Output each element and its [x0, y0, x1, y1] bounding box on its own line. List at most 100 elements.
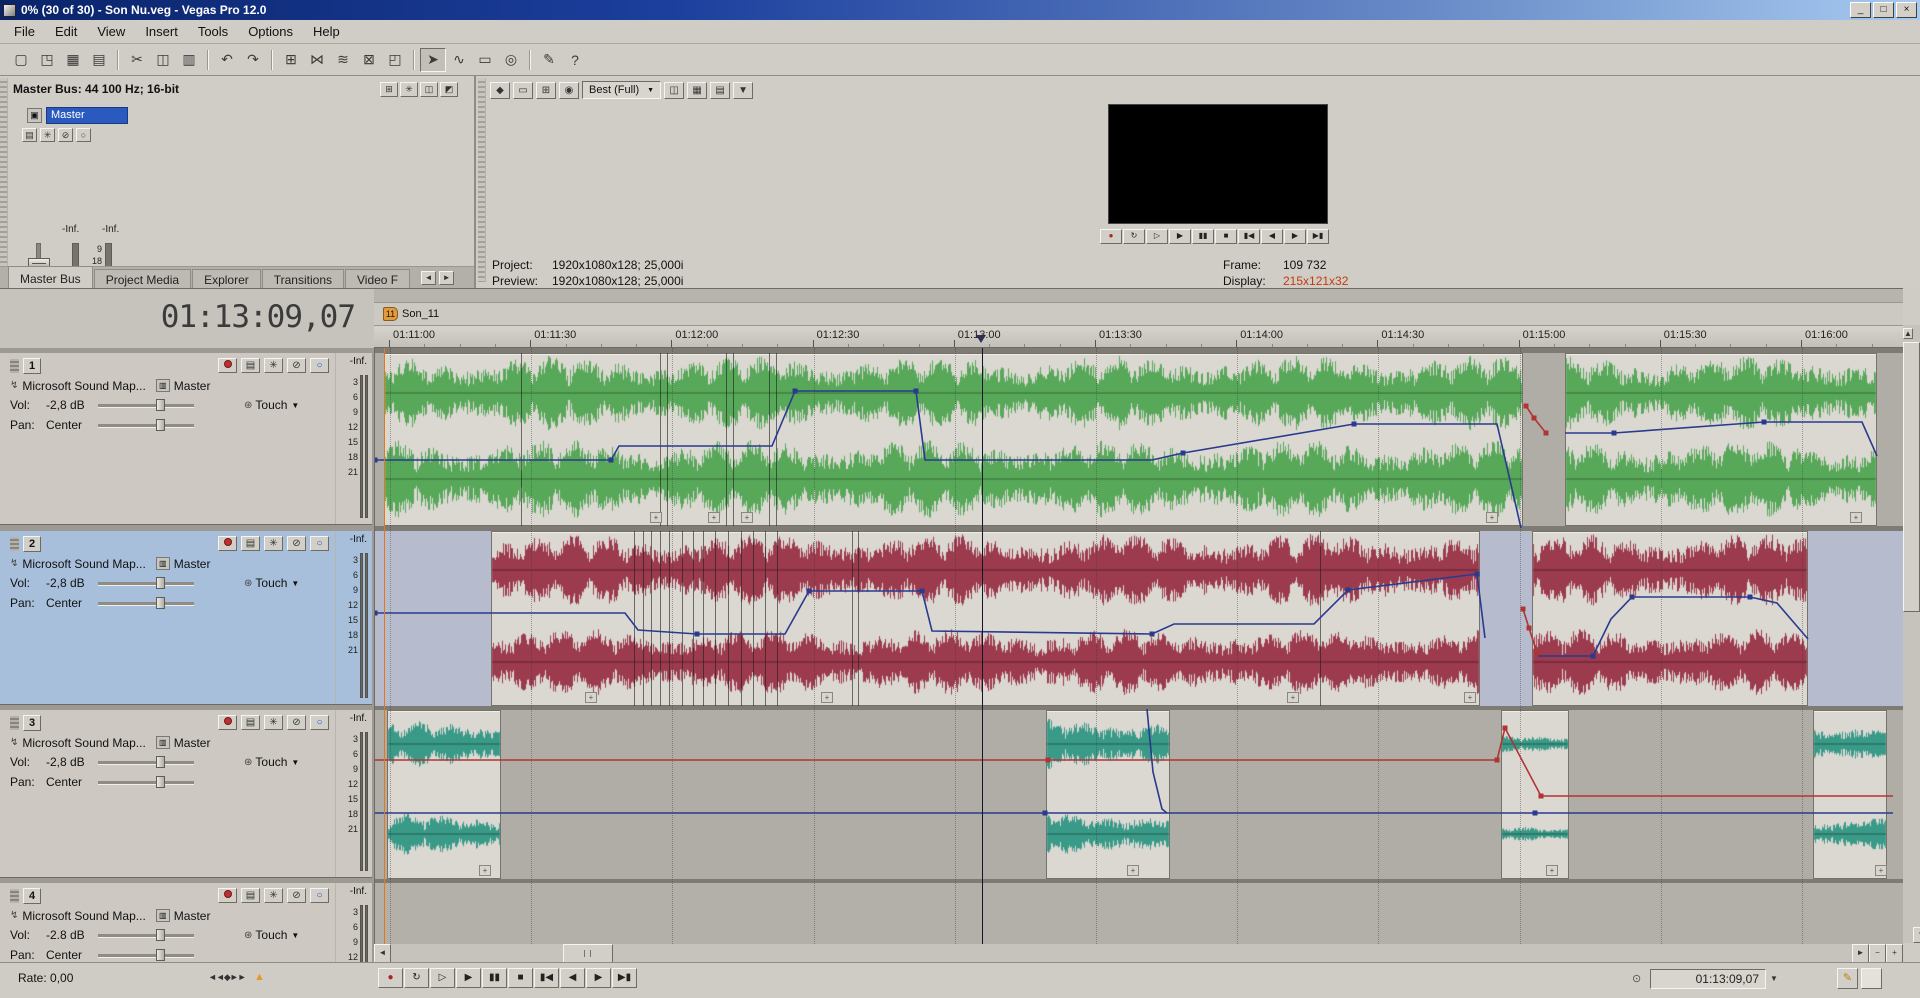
pan-value[interactable]: Center	[46, 596, 98, 610]
split-screen-view-icon[interactable]: ◫	[664, 82, 684, 99]
envelope-point[interactable]	[1532, 416, 1537, 421]
preview-stop-button[interactable]: ■	[1215, 229, 1237, 244]
bus-automation-icon[interactable]: ▤	[22, 128, 37, 142]
envelope-point[interactable]	[1748, 595, 1753, 600]
marker-number[interactable]: 11	[383, 307, 398, 321]
vol-value[interactable]: -2,8 dB	[46, 755, 98, 769]
go-to-end-button[interactable]: ▶▮	[612, 968, 637, 988]
automation-settings-icon[interactable]: ⊛	[244, 757, 252, 768]
project-properties-icon[interactable]: ▤	[86, 48, 112, 72]
preview-previous-frame-button[interactable]: ◀	[1261, 229, 1283, 244]
scroll-down-icon[interactable]: ▼	[1913, 927, 1920, 943]
marker-pen-icon[interactable]: ✎	[1837, 968, 1858, 989]
vol-value[interactable]: -2,8 dB	[46, 398, 98, 412]
record-arm-button[interactable]	[218, 715, 237, 730]
track-header-4[interactable]: 4 ▤ ✳ ⊘ ○ ↯ Microsoft Sound Map... ▥ Mas…	[0, 883, 372, 963]
preview-record-button[interactable]: ●	[1100, 229, 1122, 244]
volume-envelope[interactable]	[375, 574, 1485, 638]
track-automation-button[interactable]: ▤	[241, 715, 260, 730]
bus-routing-icon[interactable]: ▥	[156, 379, 170, 392]
save-project-icon[interactable]: ▦	[60, 48, 86, 72]
scroll-up-icon[interactable]: ▲	[1903, 328, 1913, 339]
bus-name[interactable]: Master	[174, 909, 211, 923]
track-automation-button[interactable]: ▤	[241, 358, 260, 373]
tab-video-f[interactable]: Video F	[345, 269, 410, 288]
video-output-settings-icon[interactable]: ⊞	[536, 82, 556, 99]
loop-playback-button[interactable]: ↻	[404, 968, 429, 988]
copy-icon[interactable]: ◫	[150, 48, 176, 72]
envelope-point[interactable]	[1521, 607, 1526, 612]
mute-button[interactable]: ⊘	[287, 536, 306, 551]
envelope-point[interactable]	[1612, 431, 1617, 436]
edit-cursor[interactable]	[982, 348, 983, 944]
envelope-point[interactable]	[1181, 451, 1186, 456]
bus-routing-icon[interactable]: ▥	[156, 736, 170, 749]
track-meter[interactable]: -Inf. 36912151821	[335, 353, 372, 524]
envelope-point[interactable]	[1503, 726, 1508, 731]
envelope-point[interactable]	[1527, 626, 1532, 631]
track-drag-handle[interactable]	[10, 537, 19, 551]
automation-mode[interactable]: Touch	[255, 755, 287, 769]
automation-mode[interactable]: Touch	[255, 928, 287, 942]
lock-envelopes-icon[interactable]: ⊠	[356, 48, 382, 72]
event-icon[interactable]: +	[479, 865, 491, 876]
device-name[interactable]: Microsoft Sound Map...	[22, 557, 145, 571]
vscroll-thumb[interactable]	[1903, 342, 1920, 612]
solo-button[interactable]: ○	[310, 715, 329, 730]
vertical-scrollbar[interactable]: ▲ ▼	[1903, 325, 1920, 943]
ignore-event-grouping-icon[interactable]: ◰	[382, 48, 408, 72]
event-icon[interactable]: +	[1486, 512, 1498, 523]
stop-button[interactable]: ■	[508, 968, 533, 988]
tab-master-bus[interactable]: Master Bus	[8, 266, 93, 288]
envelope-point[interactable]	[695, 632, 700, 637]
marker-bar[interactable]: 11 Son_11	[374, 303, 1903, 326]
volume-slider-thumb[interactable]	[156, 577, 165, 589]
automation-settings-icon[interactable]: ⊛	[244, 578, 252, 589]
envelope-point[interactable]	[914, 389, 919, 394]
redo-icon[interactable]: ↷	[240, 48, 266, 72]
track-header-1[interactable]: 1 ▤ ✳ ⊘ ○ ↯ Microsoft Sound Map... ▥ Mas…	[0, 353, 372, 525]
pan-slider[interactable]	[98, 419, 194, 431]
play-from-start-button[interactable]: ▷	[430, 968, 455, 988]
event-icon[interactable]: +	[1546, 865, 1558, 876]
scroll-right-icon[interactable]: ►	[1852, 944, 1869, 963]
envelope-point[interactable]	[375, 458, 378, 463]
insert-fx-icon[interactable]: ✳	[400, 82, 418, 97]
event-icon[interactable]: +	[741, 512, 753, 523]
menu-tools[interactable]: Tools	[188, 21, 238, 42]
preview-loop-playback-button[interactable]: ↻	[1123, 229, 1145, 244]
tab-scroll-right-icon[interactable]: ►	[439, 271, 454, 285]
solo-button[interactable]: ○	[310, 888, 329, 903]
device-name[interactable]: Microsoft Sound Map...	[22, 736, 145, 750]
track-fx-button[interactable]: ✳	[264, 888, 283, 903]
tab-transitions[interactable]: Transitions	[262, 269, 344, 288]
rate-scrub-control[interactable]: ◄◄◆►►	[208, 972, 246, 983]
bus-routing-icon[interactable]: ▥	[156, 909, 170, 922]
volume-envelope[interactable]	[375, 391, 1521, 528]
track-header-2[interactable]: 2 ▤ ✳ ⊘ ○ ↯ Microsoft Sound Map... ▥ Mas…	[0, 531, 372, 705]
track-meter[interactable]: -Inf. 36912151821	[335, 883, 372, 963]
minimize-button[interactable]: _	[1850, 2, 1871, 18]
event-icon[interactable]: +	[708, 512, 720, 523]
bus-name[interactable]: Master	[174, 557, 211, 571]
bus-name[interactable]: Master	[174, 379, 211, 393]
volume-slider-thumb[interactable]	[156, 929, 165, 941]
status-extra-button[interactable]	[1861, 968, 1882, 989]
event-icon[interactable]: +	[1850, 512, 1862, 523]
time-format-dropdown-icon[interactable]: ▼	[1770, 974, 1778, 983]
event-icon[interactable]: +	[650, 512, 662, 523]
vol-value[interactable]: -2,8 dB	[46, 576, 98, 590]
event-icon[interactable]: +	[585, 692, 597, 703]
preview-next-frame-button[interactable]: ▶	[1284, 229, 1306, 244]
pan-slider[interactable]	[98, 949, 194, 961]
pan-value[interactable]: Center	[46, 948, 98, 962]
menu-help[interactable]: Help	[303, 21, 350, 42]
envelope-point[interactable]	[1150, 632, 1155, 637]
track-number[interactable]: 4	[23, 888, 41, 904]
overlay-controls-icon[interactable]: ◉	[559, 82, 579, 99]
mute-button[interactable]: ⊘	[287, 715, 306, 730]
record-arm-button[interactable]	[218, 358, 237, 373]
volume-envelope[interactable]	[1523, 609, 1537, 653]
automation-dropdown-icon[interactable]: ▼	[291, 579, 299, 588]
preview-quality-dropdown[interactable]: Best (Full)▼	[582, 81, 661, 99]
